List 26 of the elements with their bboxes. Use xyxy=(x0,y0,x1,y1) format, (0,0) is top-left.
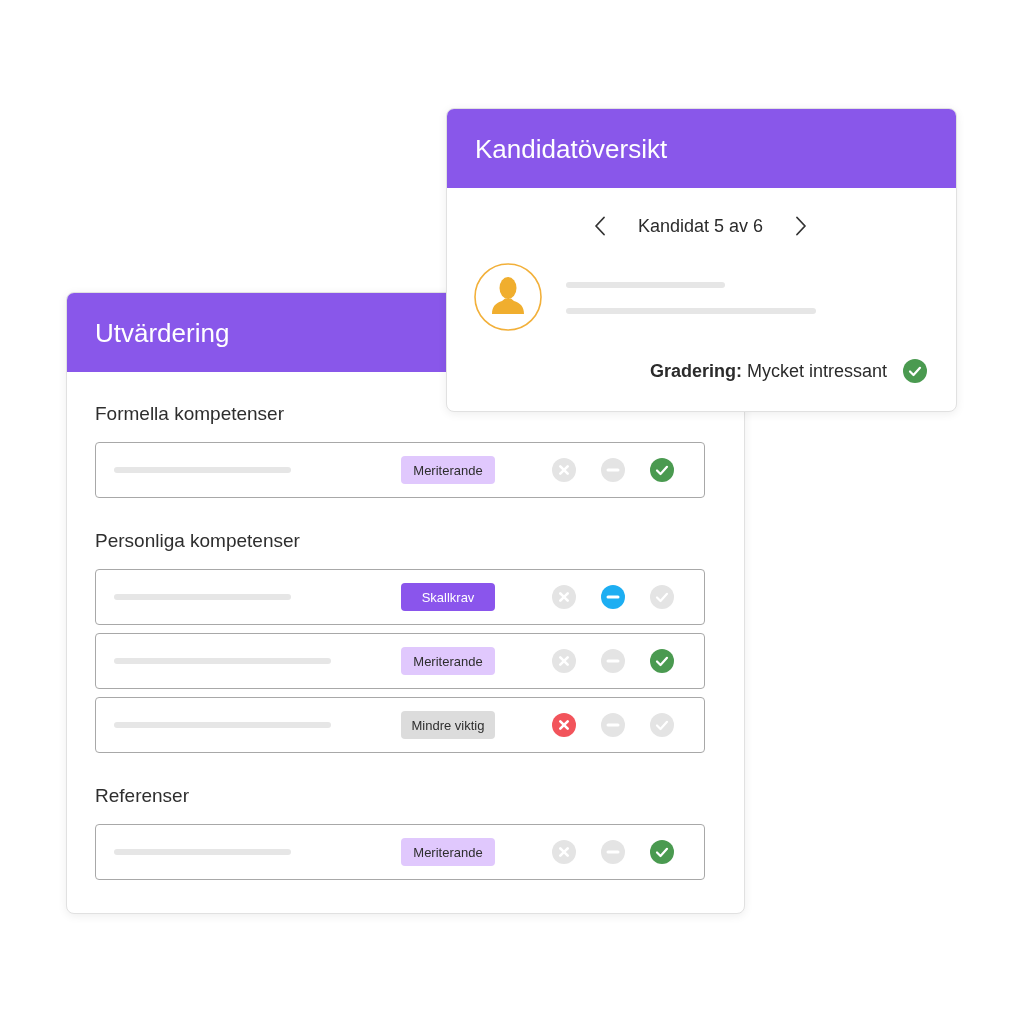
avatar-icon xyxy=(474,263,542,331)
priority-tag: Skallkrav xyxy=(401,583,495,611)
card-title: Kandidatöversikt xyxy=(475,132,668,165)
chevron-left-icon[interactable] xyxy=(593,216,606,236)
card-title: Utvärdering xyxy=(95,316,230,349)
cross-icon[interactable] xyxy=(552,713,576,737)
check-icon[interactable] xyxy=(650,585,674,609)
priority-tag: Meriterande xyxy=(401,838,495,866)
check-icon[interactable] xyxy=(650,458,674,482)
section-heading: Formella kompetenser xyxy=(95,402,286,426)
check-icon[interactable] xyxy=(650,649,674,673)
priority-tag: Meriterande xyxy=(401,647,495,675)
check-icon[interactable] xyxy=(650,713,674,737)
minus-icon[interactable] xyxy=(601,713,625,737)
priority-tag: Mindre viktig xyxy=(401,711,495,739)
minus-icon[interactable] xyxy=(601,585,625,609)
minus-icon[interactable] xyxy=(601,649,625,673)
priority-tag: Meriterande xyxy=(401,456,495,484)
check-icon[interactable] xyxy=(650,840,674,864)
chevron-right-icon[interactable] xyxy=(795,216,808,236)
section-heading: Referenser xyxy=(95,784,190,808)
minus-icon[interactable] xyxy=(601,458,625,482)
section-heading: Personliga kompetenser xyxy=(95,529,301,553)
minus-icon[interactable] xyxy=(601,840,625,864)
grading-text: Gradering: Mycket intressant xyxy=(649,360,887,382)
candidate-counter: Kandidat 5 av 6 xyxy=(637,215,764,237)
